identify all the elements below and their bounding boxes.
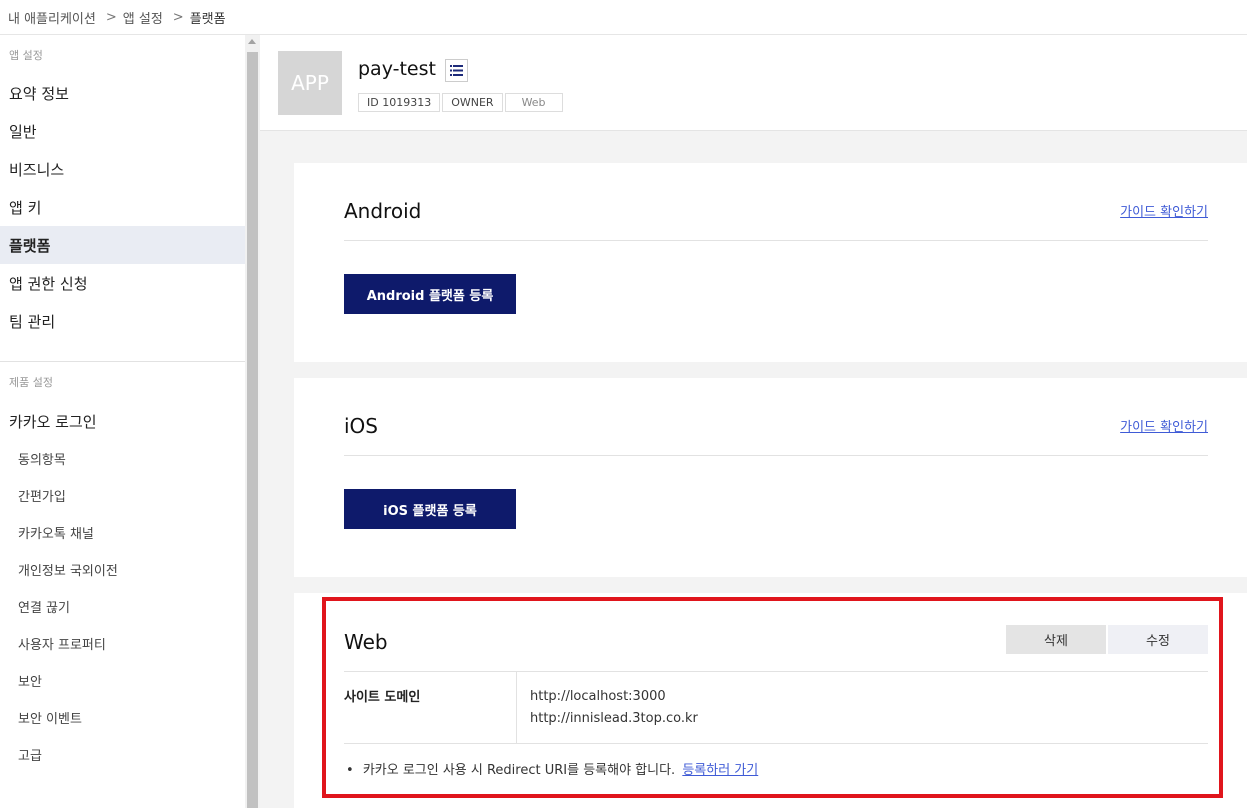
app-tags: ID 1019313 OWNER Web [358, 93, 565, 112]
sidebar-subitem-kakaotalk-channel[interactable]: 카카오톡 채널 [0, 514, 245, 551]
android-title: Android [344, 199, 422, 223]
sidebar-item-general[interactable]: 일반 [0, 112, 245, 150]
sidebar-subitem-user-property[interactable]: 사용자 프로퍼티 [0, 625, 245, 662]
register-redirect-link[interactable]: 등록하러 가기 [682, 763, 758, 778]
sidebar: 앱 설정 요약 정보 일반 비즈니스 앱 키 플랫폼 앱 권한 신청 팀 관리 … [0, 35, 245, 808]
sidebar-section-app-settings: 앱 설정 [9, 48, 43, 62]
sidebar-item-label: 팀 관리 [9, 312, 56, 331]
sidebar-subitem-unlink[interactable]: 연결 끊기 [0, 588, 245, 625]
ios-register-button[interactable]: iOS 플랫폼 등록 [344, 489, 516, 529]
breadcrumb-separator: > [105, 9, 117, 25]
breadcrumb-platform: 플랫폼 [189, 11, 226, 27]
app-platform-tag: Web [504, 93, 563, 112]
web-delete-button[interactable]: 삭제 [1006, 625, 1106, 654]
sidebar-item-label: 카카오톡 채널 [18, 527, 94, 542]
sidebar-item-label: 개인정보 국외이전 [18, 564, 118, 579]
sidebar-item-label: 보안 이벤트 [18, 712, 82, 727]
sidebar-item-business[interactable]: 비즈니스 [0, 150, 245, 188]
sidebar-item-team[interactable]: 팀 관리 [0, 302, 245, 340]
redirect-uri-note-text: 카카오 로그인 사용 시 Redirect URI를 등록해야 합니다. [362, 763, 676, 778]
main-content: APP pay-test ID 1019313 OWNER Web Androi… [260, 35, 1247, 808]
site-domain-value: http://innislead.3top.co.kr [530, 711, 698, 726]
site-domain-label: 사이트 도메인 [344, 672, 517, 743]
sidebar-item-platform[interactable]: 플랫폼 [0, 226, 245, 264]
app-icon: APP [278, 51, 342, 115]
android-guide-link[interactable]: 가이드 확인하기 [1120, 201, 1208, 220]
android-register-button[interactable]: Android 플랫폼 등록 [344, 274, 516, 314]
sidebar-item-label: 연결 끊기 [18, 601, 70, 616]
sidebar-item-label: 플랫폼 [9, 236, 51, 255]
app-name: pay-test [358, 58, 436, 80]
sidebar-item-label: 요약 정보 [9, 84, 69, 103]
app-role-tag: OWNER [442, 93, 503, 112]
sidebar-item-kakao-login[interactable]: 카카오 로그인 [0, 402, 245, 440]
ios-title: iOS [344, 414, 378, 438]
scroll-up-arrow-icon[interactable] [248, 39, 256, 44]
sidebar-item-label: 사용자 프로퍼티 [18, 638, 106, 653]
sidebar-item-label: 간편가입 [18, 490, 66, 505]
sidebar-subitem-advanced[interactable]: 고급 [0, 736, 245, 773]
sidebar-item-label: 앱 권한 신청 [9, 274, 88, 293]
sidebar-item-label: 비즈니스 [9, 160, 65, 179]
sidebar-section-product-settings: 제품 설정 [9, 376, 53, 389]
sidebar-item-label: 보안 [18, 675, 42, 690]
app-id-tag: ID 1019313 [358, 93, 441, 112]
divider [344, 455, 1208, 456]
sidebar-subitem-consent[interactable]: 동의항목 [0, 440, 245, 477]
breadcrumb: 내 애플리케이션 > 앱 설정 > 플랫폼 [0, 0, 1247, 35]
android-card: Android 가이드 확인하기 Android 플랫폼 등록 [294, 163, 1247, 362]
sidebar-item-label: 일반 [9, 122, 37, 141]
sidebar-item-app-permission[interactable]: 앱 권한 신청 [0, 264, 245, 302]
app-header: APP pay-test ID 1019313 OWNER Web [260, 35, 1247, 131]
list-icon [450, 65, 463, 76]
scrollbar-thumb[interactable] [247, 52, 258, 808]
breadcrumb-my-apps[interactable]: 내 애플리케이션 [8, 8, 96, 27]
breadcrumb-separator: > [172, 9, 184, 25]
site-domain-row: 사이트 도메인 http://localhost:3000 http://inn… [344, 671, 1208, 744]
sidebar-subitem-simple-signup[interactable]: 간편가입 [0, 477, 245, 514]
divider [344, 240, 1208, 241]
web-edit-button[interactable]: 수정 [1108, 625, 1208, 654]
sidebar-scrollbar[interactable] [245, 35, 260, 808]
sidebar-subitem-privacy-transfer[interactable]: 개인정보 국외이전 [0, 551, 245, 588]
sidebar-subitem-security[interactable]: 보안 [0, 662, 245, 699]
sidebar-subitem-security-events[interactable]: 보안 이벤트 [0, 699, 245, 736]
bullet: • [346, 763, 354, 778]
site-domain-values: http://localhost:3000 http://innislead.3… [530, 686, 698, 730]
sidebar-item-app-key[interactable]: 앱 키 [0, 188, 245, 226]
sidebar-item-label: 고급 [18, 749, 42, 764]
ios-card: iOS 가이드 확인하기 iOS 플랫폼 등록 [294, 378, 1247, 577]
sidebar-item-label: 앱 키 [9, 198, 42, 217]
app-list-button[interactable] [445, 59, 468, 82]
ios-guide-link[interactable]: 가이드 확인하기 [1120, 416, 1208, 435]
redirect-uri-note: • 카카오 로그인 사용 시 Redirect URI를 등록해야 합니다. 등… [346, 759, 758, 778]
site-domain-value: http://localhost:3000 [530, 689, 666, 704]
breadcrumb-app-settings[interactable]: 앱 설정 [123, 8, 163, 27]
sidebar-item-label: 카카오 로그인 [9, 412, 97, 431]
web-card: Web 삭제 수정 사이트 도메인 http://localhost:3000 … [294, 593, 1247, 808]
sidebar-item-summary[interactable]: 요약 정보 [0, 74, 245, 112]
web-title: Web [344, 630, 388, 654]
sidebar-item-label: 동의항목 [18, 453, 66, 468]
